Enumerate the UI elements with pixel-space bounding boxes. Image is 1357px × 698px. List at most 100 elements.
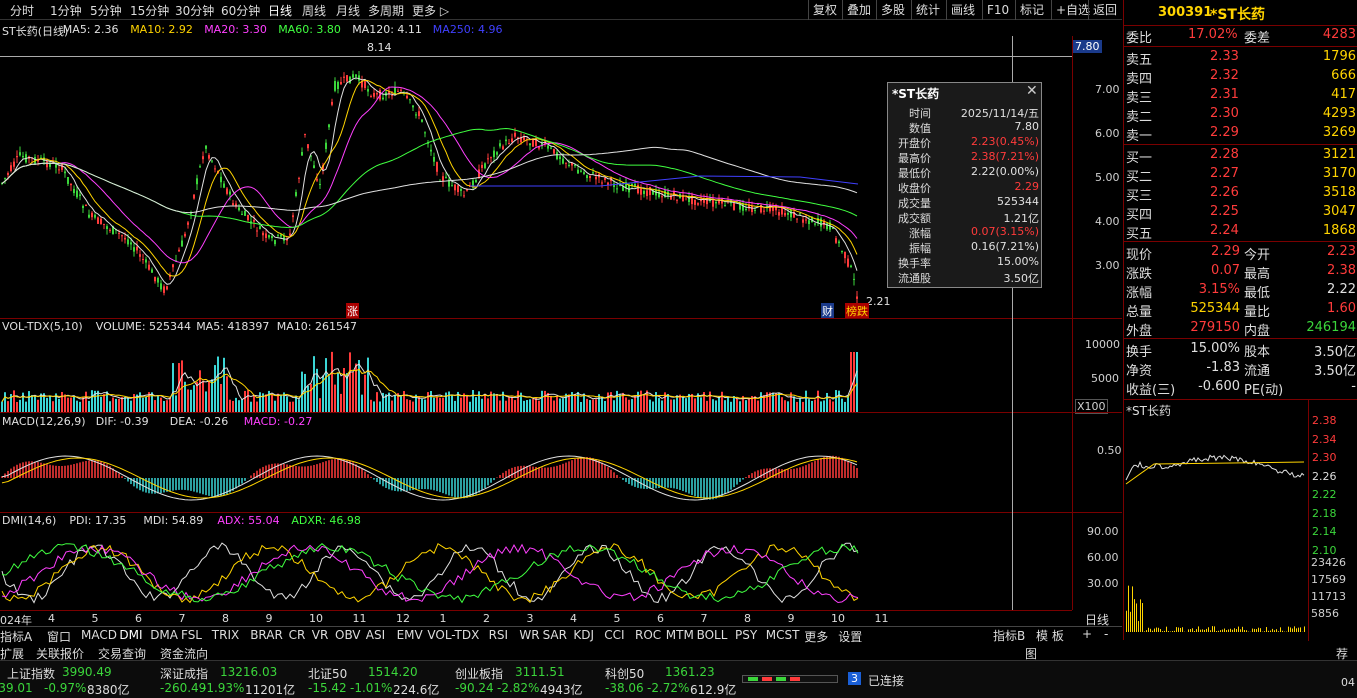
volume-bar xyxy=(715,400,717,412)
indicator-tab[interactable]: RSI xyxy=(489,628,509,642)
candle-body xyxy=(604,177,606,180)
statistics-button[interactable]: 统计 xyxy=(911,0,944,20)
indicator-tab[interactable]: KDJ xyxy=(573,628,594,642)
template-tab[interactable]: 模 板 xyxy=(1036,627,1064,644)
volume-bar xyxy=(649,399,651,412)
candle-body xyxy=(367,89,369,92)
indicator-tab[interactable]: TRIX xyxy=(212,628,239,642)
dmi-chart[interactable] xyxy=(0,528,1072,610)
candle-body xyxy=(163,286,165,293)
volume-bar xyxy=(88,400,90,412)
indicator-b-tab[interactable]: 指标B xyxy=(993,627,1025,644)
candle-body xyxy=(70,183,72,186)
index-name[interactable]: 创业板指 xyxy=(455,665,503,682)
indicator-tab[interactable]: CR xyxy=(289,628,306,642)
tab-fenshi[interactable]: 分时 xyxy=(10,2,34,19)
footer-image-label[interactable]: 图 xyxy=(1025,645,1037,662)
candle-body xyxy=(4,177,6,179)
indicator-tab[interactable]: MACD xyxy=(81,628,117,642)
candle-body xyxy=(295,192,297,196)
candle-body xyxy=(553,148,555,154)
indicator-tab[interactable]: 更多 xyxy=(804,628,828,645)
remove-window-button[interactable]: - xyxy=(1104,627,1108,641)
indicator-tab[interactable]: VOL-TDX xyxy=(427,628,479,642)
volume-bar xyxy=(190,389,192,412)
tab-weekly[interactable]: 周线 xyxy=(302,2,326,19)
tab-monthly[interactable]: 月线 xyxy=(336,2,360,19)
tab-multi-period[interactable]: 多周期 xyxy=(368,2,404,19)
footer-recommend-label[interactable]: 荐 xyxy=(1336,645,1348,662)
indicator-tab[interactable]: BRAR xyxy=(250,628,283,642)
stat-row: 外盘 279150 内盘 246194 xyxy=(1124,320,1357,339)
indicator-tab[interactable]: VR xyxy=(312,628,329,642)
indicator-tab[interactable]: CCI xyxy=(604,628,624,642)
candle-body xyxy=(733,203,735,210)
tab-60min[interactable]: 60分钟 xyxy=(221,2,260,19)
candle-body xyxy=(256,230,258,232)
indicator-tab[interactable]: 窗口 xyxy=(47,628,71,645)
intraday-volume-bar xyxy=(1242,626,1243,632)
popup-row: 成交额 1.21亿 xyxy=(888,210,1043,225)
volume-chart[interactable] xyxy=(0,334,1072,412)
intraday-chart[interactable] xyxy=(1124,414,1308,634)
tab-more[interactable]: 更多 ▷ xyxy=(412,2,449,19)
indicator-tab[interactable]: ROC xyxy=(635,628,661,642)
indicator-tab[interactable]: EMV xyxy=(397,628,423,642)
index-name[interactable]: 深证成指 xyxy=(160,665,208,682)
volume-bar xyxy=(250,401,252,412)
macd-chart[interactable] xyxy=(0,428,1072,512)
intraday-volume-bar xyxy=(1190,629,1191,632)
date-tick: 4 xyxy=(570,612,577,625)
draw-line-button[interactable]: 画线 xyxy=(946,0,979,20)
tab-15min[interactable]: 15分钟 xyxy=(130,2,169,19)
indicator-tab[interactable]: WR xyxy=(519,628,539,642)
intraday-volume-bar xyxy=(1154,628,1155,632)
candle-body xyxy=(418,111,420,117)
volume-bar xyxy=(367,357,369,412)
intraday-volume-bar xyxy=(1282,630,1283,632)
price-tick: 5.00 xyxy=(1095,171,1120,184)
candle-body xyxy=(109,229,111,231)
stat-label: 最低 xyxy=(1244,286,1271,301)
indicator-tab[interactable]: OBV xyxy=(335,628,361,642)
indicator-tab[interactable]: DMI xyxy=(119,628,142,642)
tab-daily[interactable]: 日线 xyxy=(268,2,292,19)
finance-marker[interactable]: 财 xyxy=(821,303,834,319)
indicator-tab[interactable]: BOLL xyxy=(697,628,728,642)
indicator-tab[interactable]: PSY xyxy=(735,628,757,642)
index-name[interactable]: 科创50 xyxy=(605,665,644,682)
indicator-tab[interactable]: MTM xyxy=(666,628,694,642)
volume-bar xyxy=(748,398,750,412)
overlay-button[interactable]: 叠加 xyxy=(842,0,875,20)
dragon-tiger-marker[interactable]: 榜跌 xyxy=(845,303,869,319)
indicator-tab[interactable]: ASI xyxy=(366,628,385,642)
indicator-tab[interactable]: 指标A xyxy=(0,628,32,645)
index-name[interactable]: 上证指数 xyxy=(7,665,55,682)
fuquan-button[interactable]: 复权 xyxy=(808,0,841,20)
multi-stock-button[interactable]: 多股 xyxy=(876,0,909,20)
tab-30min[interactable]: 30分钟 xyxy=(175,2,214,19)
indicator-tab[interactable]: MCST xyxy=(766,628,800,642)
intraday-volume-bar xyxy=(1290,627,1291,632)
stat-label: 净资 xyxy=(1126,364,1153,379)
mark-button[interactable]: 标记 xyxy=(1015,0,1048,20)
indicator-tab[interactable]: FSL xyxy=(181,628,202,642)
close-icon[interactable]: ✕ xyxy=(1026,83,1038,99)
candle-body xyxy=(409,99,411,101)
add-window-button[interactable]: + xyxy=(1082,627,1092,641)
candle-body xyxy=(187,222,189,225)
back-button[interactable]: 返回 xyxy=(1088,0,1121,20)
order-label: 买二 xyxy=(1126,170,1153,185)
candle-body xyxy=(436,162,438,172)
indicator-tab[interactable]: DMA xyxy=(150,628,178,642)
indicator-tab[interactable]: SAR xyxy=(543,628,567,642)
tab-1min[interactable]: 1分钟 xyxy=(50,2,82,19)
index-name[interactable]: 北证50 xyxy=(308,665,347,682)
divider xyxy=(0,412,1122,413)
tab-5min[interactable]: 5分钟 xyxy=(90,2,122,19)
indicator-tab[interactable]: 设置 xyxy=(838,628,862,645)
candle-body xyxy=(127,239,129,245)
candle-body xyxy=(595,176,597,180)
volume-bar xyxy=(517,390,519,412)
f10-button[interactable]: F10 xyxy=(982,0,1013,20)
